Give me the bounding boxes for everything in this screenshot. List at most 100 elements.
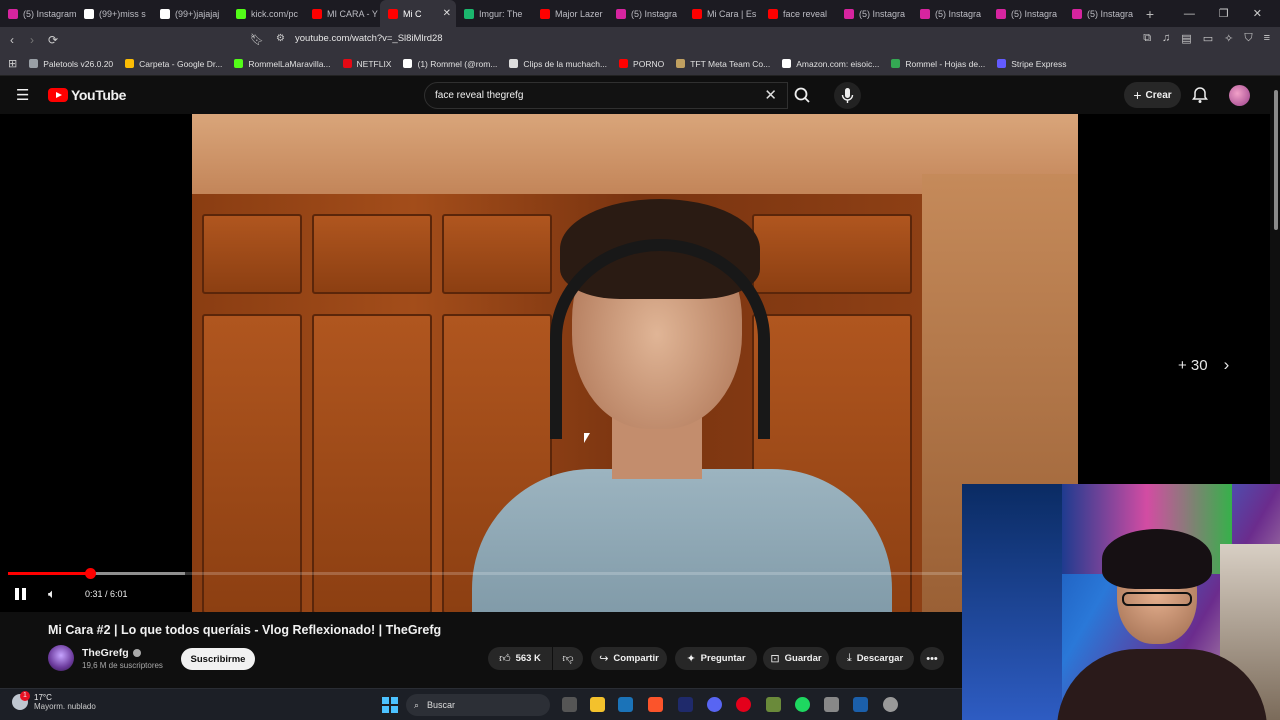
browser-tab[interactable]: (5) Instagra	[912, 0, 988, 27]
browser-tab[interactable]: (5) Instagra	[608, 0, 684, 27]
browser-tab[interactable]: face reveal	[760, 0, 836, 27]
sidebar-icon[interactable]: ▤	[1181, 32, 1191, 45]
search-button[interactable]	[787, 82, 817, 109]
new-tab-button[interactable]: +	[1140, 6, 1160, 22]
more-actions-button[interactable]: •••	[920, 647, 944, 670]
site-info-icon[interactable]: ⚙︎	[276, 33, 285, 44]
app-icon-2[interactable]	[824, 697, 839, 712]
browser-tab[interactable]: MI CARA - Y	[304, 0, 380, 27]
tab-label: (5) Instagra	[859, 8, 906, 19]
bookmark-favicon-icon	[29, 59, 39, 68]
forward-icon[interactable]: ›	[30, 33, 34, 47]
bookmark-item[interactable]: Paletools v26.0.20	[29, 59, 113, 69]
tab-favicon-icon	[616, 8, 626, 19]
notifications-button[interactable]	[1192, 86, 1208, 109]
taskbar-search[interactable]: ⌕ Buscar	[406, 694, 550, 716]
browser-tab[interactable]: Mi Cara | Es	[684, 0, 760, 27]
voice-search-button[interactable]	[834, 82, 861, 109]
tab-label: (99+)jajajaj	[175, 8, 220, 19]
channel-name[interactable]: TheGrefg	[82, 647, 141, 659]
bookmark-item[interactable]: Rommel - Hojas de...	[891, 59, 985, 69]
browser-tab[interactable]: (99+)miss s	[76, 0, 152, 27]
browser-tab[interactable]: (5) Instagra	[988, 0, 1064, 27]
scrubber-handle[interactable]	[84, 568, 96, 579]
dislike-button[interactable]: 👎︎	[553, 647, 583, 670]
bookmark-page-icon[interactable]: 🔖︎	[250, 33, 264, 46]
skip-forward-button[interactable]: + 30 ›	[1178, 355, 1229, 375]
page-scrollbar[interactable]	[1274, 90, 1278, 230]
apps-grid-icon[interactable]: ⊞	[8, 57, 17, 70]
share-button[interactable]: ↪ Compartir	[591, 647, 667, 670]
file-explorer-icon[interactable]	[590, 697, 605, 712]
app-icon[interactable]	[766, 697, 781, 712]
extensions-icon[interactable]: ⧉	[1143, 32, 1151, 45]
browser-tab[interactable]: Mi C ✕	[380, 0, 456, 27]
progress-bar[interactable]	[8, 568, 962, 579]
video-frame[interactable]	[192, 114, 1078, 612]
browser-tab[interactable]: Major Lazer	[532, 0, 608, 27]
bookmark-item[interactable]: RommelLaMaravilla...	[234, 59, 331, 69]
hamburger-menu-icon[interactable]: ☰	[16, 86, 29, 104]
url-field[interactable]: youtube.com/watch?v=_Sl8iMlrd28	[295, 33, 443, 44]
browser-tab[interactable]: kick.com/pc	[228, 0, 304, 27]
tab-favicon-icon	[768, 8, 778, 19]
tab-favicon-icon	[1072, 8, 1082, 19]
browser-tab[interactable]: (5) Instagram	[0, 0, 76, 27]
pause-icon[interactable]	[15, 588, 27, 600]
bookmark-favicon-icon	[891, 59, 901, 68]
clear-search-icon[interactable]: ✕	[764, 86, 777, 104]
save-button[interactable]: ⊡ Guardar	[763, 647, 829, 670]
leo-icon[interactable]: ✧	[1224, 32, 1233, 45]
bookmark-item[interactable]: Clips de la muchach...	[509, 59, 607, 69]
minimize-icon[interactable]: —	[1184, 8, 1195, 20]
restore-icon[interactable]: ❐	[1219, 7, 1229, 20]
start-button[interactable]	[382, 697, 398, 713]
close-window-icon[interactable]: ✕	[1253, 7, 1262, 20]
subscribe-button[interactable]: Suscribirme	[181, 648, 255, 670]
browser-tab[interactable]: (5) Instagra	[836, 0, 912, 27]
channel-avatar[interactable]	[48, 645, 74, 671]
steam-icon[interactable]	[618, 697, 633, 712]
opera-icon[interactable]	[736, 697, 751, 712]
bookmark-item[interactable]: Amazon.com: eisoic...	[782, 59, 879, 69]
spotify-icon[interactable]	[795, 697, 810, 712]
bookmark-item[interactable]: TFT Meta Team Co...	[676, 59, 770, 69]
like-button[interactable]: 👍︎ 563 K	[488, 647, 552, 670]
menu-icon[interactable]: ≡	[1264, 32, 1270, 45]
reload-icon[interactable]: ⟳	[48, 33, 58, 47]
tab-favicon-icon	[8, 8, 18, 19]
close-tab-icon[interactable]: ✕	[443, 8, 451, 19]
wallet-icon[interactable]: ▭	[1203, 32, 1213, 45]
obs-icon[interactable]	[883, 697, 898, 712]
ask-button[interactable]: ✦ Preguntar	[675, 647, 757, 670]
create-button[interactable]: + Crear	[1124, 82, 1181, 108]
search-icon	[794, 87, 810, 103]
browser-tab[interactable]: (99+)jajajaj	[152, 0, 228, 27]
account-avatar[interactable]	[1229, 85, 1250, 106]
bookmark-item[interactable]: PORNO	[619, 59, 664, 69]
bookmark-item[interactable]: (1) Rommel (@rom...	[403, 59, 497, 69]
discord-icon[interactable]	[707, 697, 722, 712]
channel-name-text: TheGrefg	[82, 647, 129, 659]
create-label: Crear	[1145, 89, 1172, 101]
search-input[interactable]: face reveal thegrefg ✕	[424, 82, 788, 109]
photoshop-icon[interactable]	[678, 697, 693, 712]
youtube-logo[interactable]: YouTube	[48, 87, 126, 103]
bookmark-item[interactable]: NETFLIX	[342, 59, 391, 69]
player-controls: 🔈︎ 0:31 / 6:01	[0, 580, 962, 610]
steam-icon-2[interactable]	[853, 697, 868, 712]
bookmark-item[interactable]: Stripe Express	[997, 59, 1066, 69]
brave-browser-icon[interactable]	[648, 697, 663, 712]
volume-icon[interactable]: 🔈︎	[48, 586, 56, 602]
bookmark-favicon-icon	[997, 59, 1007, 68]
vpn-icon[interactable]: ⛉	[1244, 32, 1252, 45]
browser-tab[interactable]: Imgur: The	[456, 0, 532, 27]
browser-tab[interactable]: (5) Instagra	[1064, 0, 1140, 27]
window-controls: — ❐ ✕	[1184, 0, 1262, 27]
bookmark-item[interactable]: Carpeta - Google Dr...	[125, 59, 222, 69]
bookmark-favicon-icon	[234, 59, 244, 68]
task-view-icon[interactable]	[562, 697, 577, 712]
back-icon[interactable]: ‹	[10, 33, 14, 47]
download-button[interactable]: ⤓ Descargar	[836, 647, 914, 670]
media-icon[interactable]: ♫	[1162, 32, 1170, 45]
